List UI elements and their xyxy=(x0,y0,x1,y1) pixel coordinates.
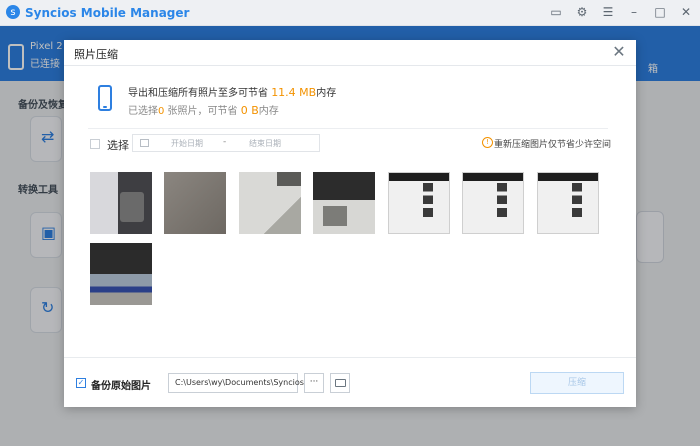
start-date-input[interactable]: 开始日期 xyxy=(171,138,203,149)
photo-thumbnail-1[interactable] xyxy=(90,172,152,234)
summary-line: 导出和压缩所有照片至多可节省 11.4 MB内存 xyxy=(128,84,336,99)
minimize-icon[interactable]: – xyxy=(626,4,642,20)
select-checkbox[interactable] xyxy=(90,139,100,149)
photo-thumbnail-5[interactable] xyxy=(388,172,450,234)
photo-thumbnail-3[interactable] xyxy=(239,172,301,234)
photo-thumbnail-2[interactable] xyxy=(164,172,226,234)
photo-thumbnail-4[interactable] xyxy=(313,172,375,234)
divider xyxy=(88,128,608,129)
date-separator: - xyxy=(223,137,227,147)
selected-line: 已选择0 张照片，可节省 0 B内存 xyxy=(128,102,279,117)
selected-size: 0 B xyxy=(240,104,259,117)
close-icon[interactable]: ✕ xyxy=(610,42,628,61)
menu-icon[interactable]: ☰ xyxy=(600,4,616,20)
photo-thumbnail-7[interactable] xyxy=(537,172,599,234)
folder-icon xyxy=(334,379,346,387)
photo-thumbnail-8[interactable] xyxy=(90,243,152,305)
photo-thumbnail-6[interactable] xyxy=(462,172,524,234)
warning-text: 重新压缩图片仅节省少许空间 xyxy=(494,140,612,150)
title-bar: s Syncios Mobile Manager ▭ ⚙ ☰ – □ ✕ xyxy=(0,0,700,26)
footer-divider xyxy=(64,357,636,358)
warning-icon: ! xyxy=(482,137,493,148)
browse-more-button[interactable]: ··· xyxy=(304,373,324,393)
dialog-header: 照片压缩 ✕ xyxy=(64,40,636,66)
syncios-logo-icon: s xyxy=(6,5,20,19)
summary-suffix: 内存 xyxy=(316,88,337,99)
dialog-title: 照片压缩 xyxy=(74,48,118,61)
date-range-picker[interactable]: 开始日期 - 结束日期 xyxy=(132,134,320,152)
window-controls: ▭ ⚙ ☰ – □ ✕ xyxy=(548,4,694,20)
calendar-icon xyxy=(140,139,149,147)
backup-path-input[interactable]: C:\Users\wy\Documents\Syncios xyxy=(168,373,304,393)
window-close-icon[interactable]: ✕ xyxy=(678,4,694,20)
summary-prefix: 导出和压缩所有照片至多可节省 xyxy=(128,88,268,99)
photo-compress-dialog: 照片压缩 ✕ 导出和压缩所有照片至多可节省 11.4 MB内存 已选择0 张照片… xyxy=(64,40,636,407)
message-icon[interactable]: ▭ xyxy=(548,4,564,20)
maximize-icon[interactable]: □ xyxy=(652,4,668,20)
open-folder-button[interactable] xyxy=(330,373,350,393)
selected-suffix: 内存 xyxy=(258,106,279,117)
selected-mid: 张照片，可节省 xyxy=(164,106,238,117)
select-label: 选择 xyxy=(107,139,129,152)
backup-original-checkbox[interactable]: ✓ xyxy=(76,378,86,388)
backup-original-label: 备份原始图片 xyxy=(91,381,151,392)
summary-size: 11.4 MB xyxy=(271,86,317,99)
compress-button[interactable]: 压缩 xyxy=(530,372,624,394)
selected-prefix: 已选择 xyxy=(128,106,158,117)
gear-icon[interactable]: ⚙ xyxy=(574,4,590,20)
end-date-input[interactable]: 结束日期 xyxy=(249,138,281,149)
app-title: Syncios Mobile Manager xyxy=(25,6,190,20)
phone-icon xyxy=(98,85,112,111)
